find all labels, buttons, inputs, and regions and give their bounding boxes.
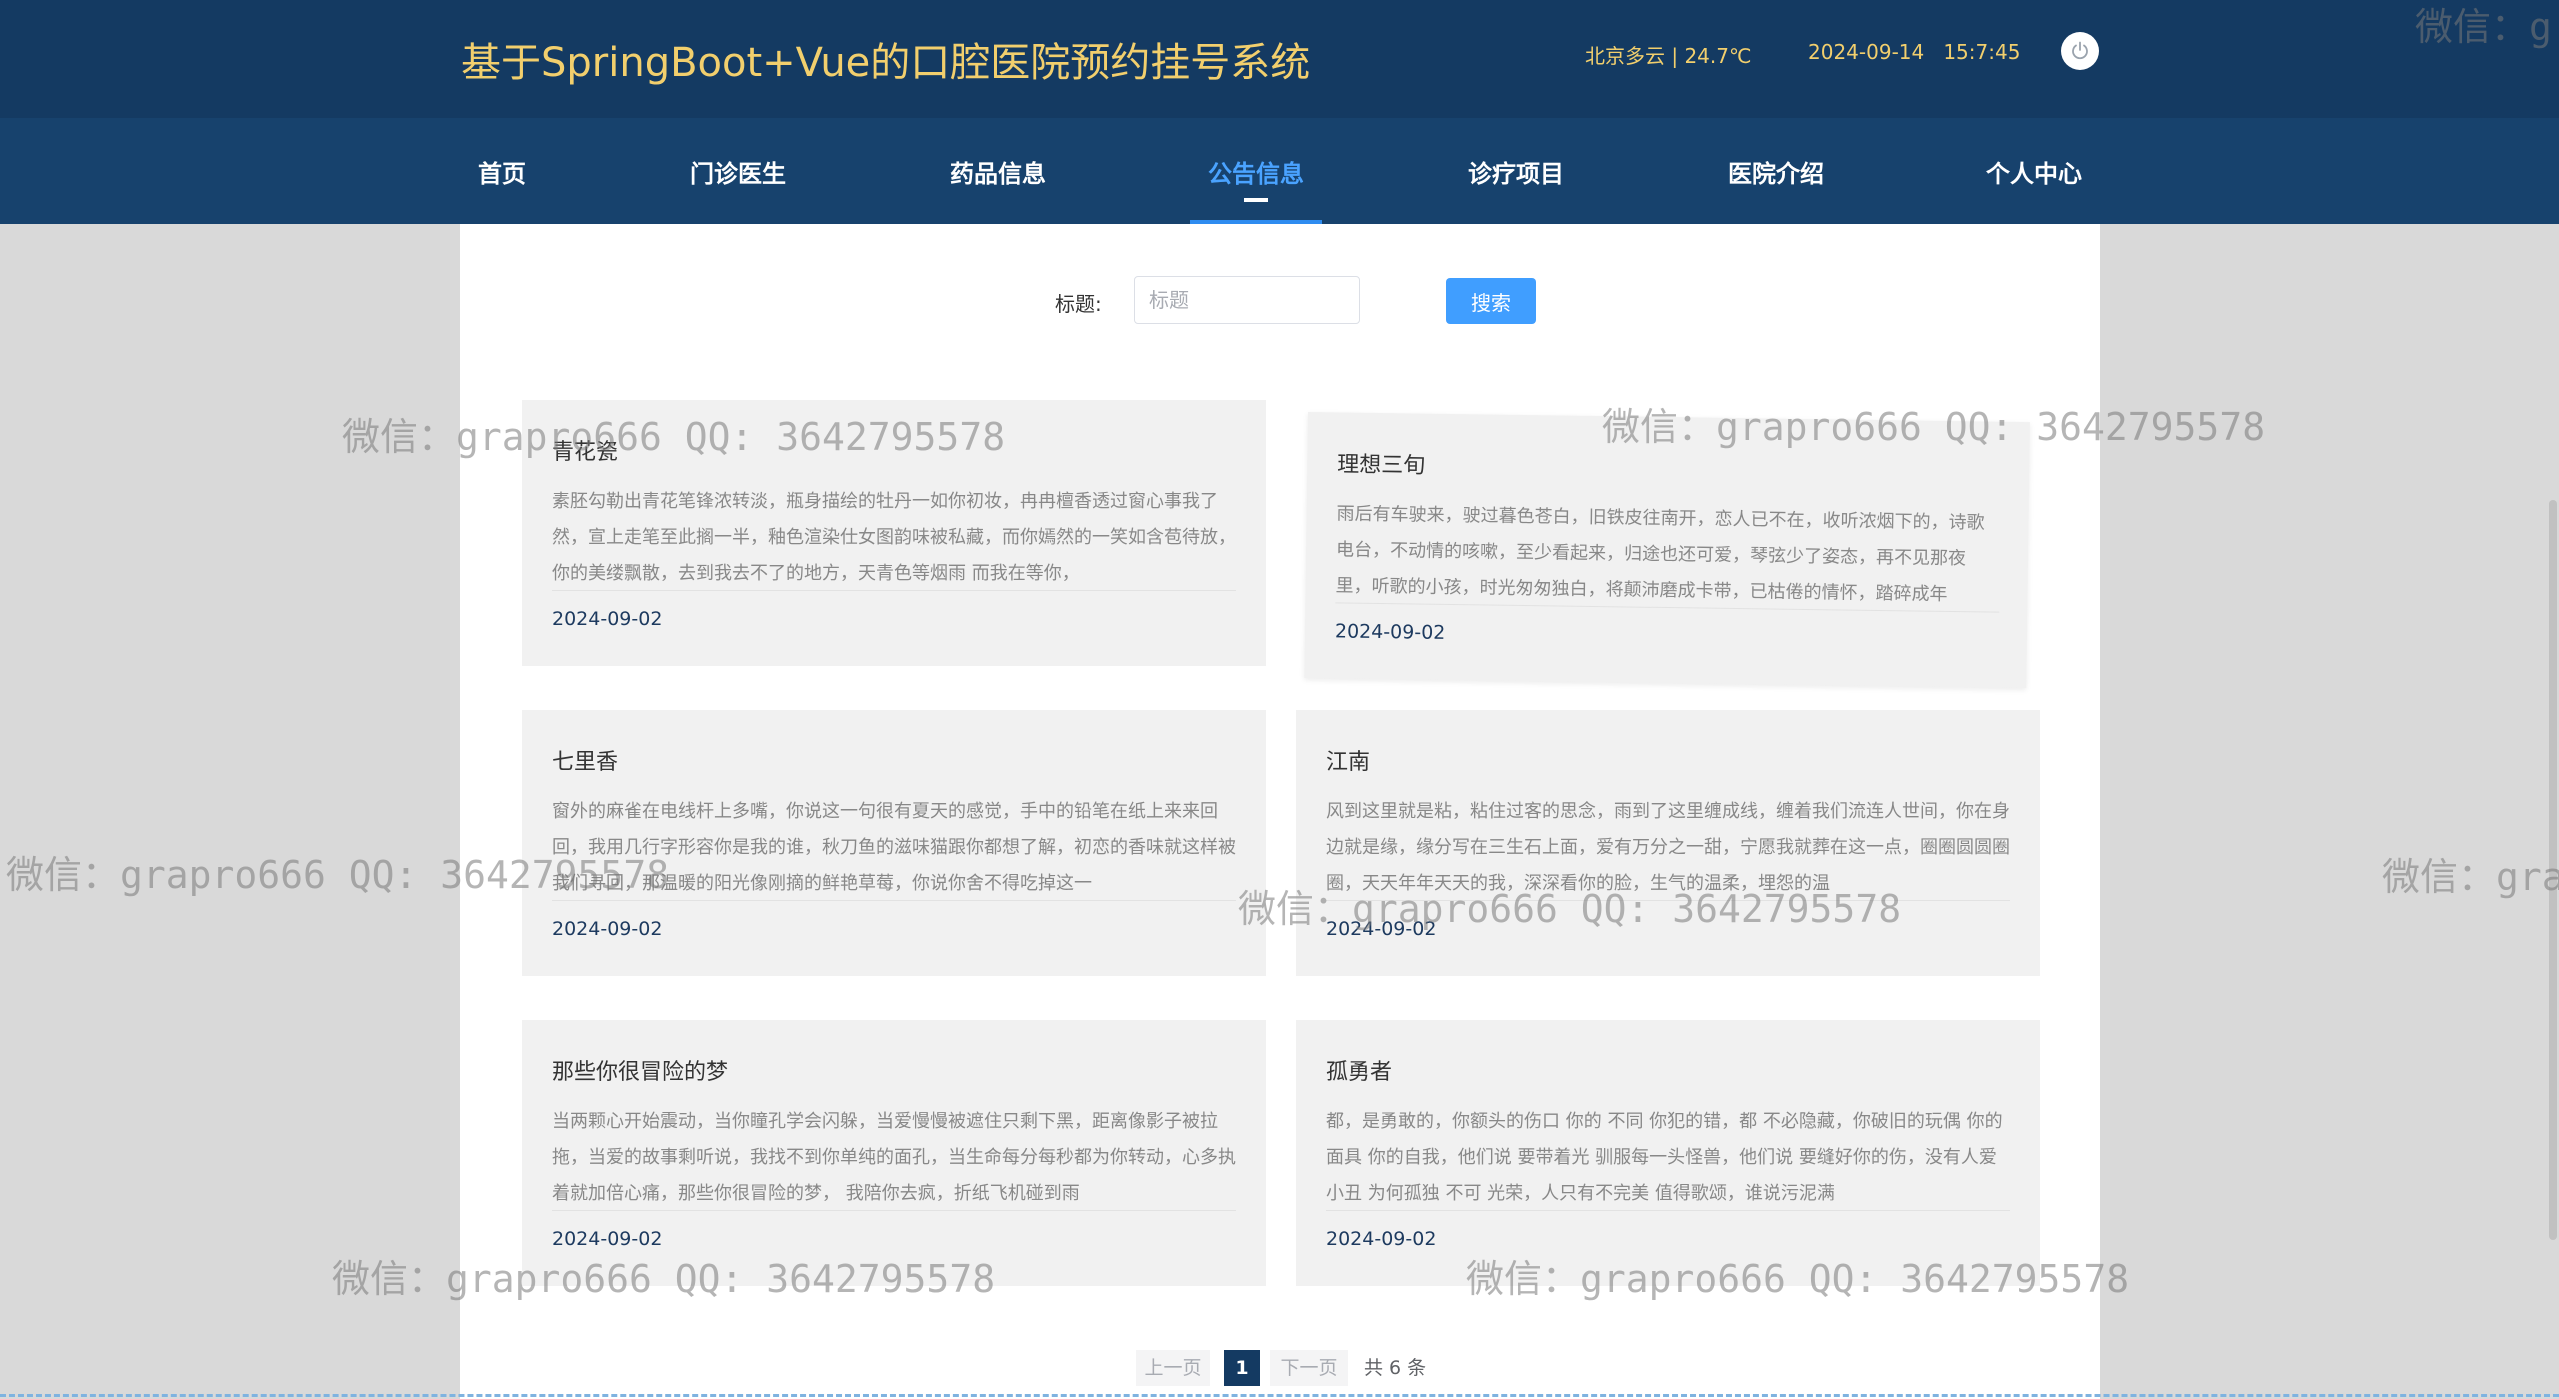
search-label: 标题: bbox=[1055, 292, 1102, 316]
weather-info: 北京多云 | 24.7℃ bbox=[1585, 44, 1752, 68]
card-date: 2024-09-02 bbox=[552, 1228, 663, 1250]
card-summary: 素胚勾勒出青花笔锋浓转淡，瓶身描绘的牡丹一如你初妆，冉冉檀香透过窗心事我了然，宣… bbox=[552, 491, 1236, 584]
current-time: 15:7:45 bbox=[1943, 40, 2021, 64]
announcement-card[interactable]: 孤勇者 都，是勇敢的，你额头的伤口 你的 不同 你犯的错，都 不必隐藏，你破旧的… bbox=[1296, 1020, 2040, 1286]
card-date: 2024-09-02 bbox=[1334, 620, 1446, 644]
search-input[interactable] bbox=[1134, 276, 1360, 324]
nav-item-home[interactable]: 首页 bbox=[478, 154, 526, 189]
total-count: 共 6 条 bbox=[1364, 1357, 1427, 1379]
nav-item-announcements[interactable]: 公告信息 bbox=[1208, 154, 1304, 189]
main-nav: 首页 门诊医生 药品信息 公告信息 诊疗项目 医院介绍 个人中心 bbox=[0, 118, 2559, 224]
card-divider bbox=[552, 590, 1236, 591]
datetime-display: 2024-09-14 15:7:45 bbox=[1808, 40, 2020, 64]
card-date: 2024-09-02 bbox=[552, 608, 663, 630]
nav-item-treatments[interactable]: 诊疗项目 bbox=[1468, 154, 1564, 189]
search-button[interactable]: 搜索 bbox=[1446, 278, 1536, 324]
card-summary: 雨后有车驶来，驶过暮色苍白，旧铁皮往南开，恋人已不在，收听浓烟下的，诗歌电台，不… bbox=[1335, 503, 1985, 605]
announcement-card[interactable]: 理想三旬 雨后有车驶来，驶过暮色苍白，旧铁皮往南开，恋人已不在，收听浓烟下的，诗… bbox=[1304, 412, 2030, 689]
card-divider bbox=[552, 1210, 1236, 1211]
announcement-card[interactable]: 那些你很冒险的梦 当两颗心开始震动，当你瞳孔学会闪躲，当爱慢慢被遮住只剩下黑，距… bbox=[522, 1020, 1266, 1286]
card-date: 2024-09-02 bbox=[1326, 918, 1437, 940]
bottom-dashed-border bbox=[0, 1394, 2559, 1397]
card-summary: 窗外的麻雀在电线杆上多嘴，你说这一句很有夏天的感觉，手中的铅笔在纸上来来回回，我… bbox=[552, 801, 1236, 894]
nav-item-doctors[interactable]: 门诊医生 bbox=[690, 154, 786, 189]
power-icon bbox=[2072, 41, 2088, 60]
next-page-button[interactable]: 下一页 bbox=[1270, 1350, 1348, 1386]
nav-item-medicine[interactable]: 药品信息 bbox=[950, 154, 1046, 189]
card-summary: 都，是勇敢的，你额头的伤口 你的 不同 你犯的错，都 不必隐藏，你破旧的玩偶 你… bbox=[1326, 1111, 2003, 1204]
site-title: 基于SpringBoot+Vue的口腔医院预约挂号系统 bbox=[461, 40, 1311, 86]
announcement-card[interactable]: 江南 风到这里就是粘，粘住过客的思念，雨到了这里缠成线，缠着我们流连人世间，你在… bbox=[1296, 710, 2040, 976]
card-date: 2024-09-02 bbox=[552, 918, 663, 940]
nav-item-profile[interactable]: 个人中心 bbox=[1986, 154, 2082, 189]
logout-button[interactable] bbox=[2061, 32, 2099, 70]
card-title: 江南 bbox=[1326, 750, 1371, 775]
card-summary: 风到这里就是粘，粘住过客的思念，雨到了这里缠成线，缠着我们流连人世间，你在身边就… bbox=[1326, 801, 2010, 894]
top-header: 基于SpringBoot+Vue的口腔医院预约挂号系统 北京多云 | 24.7℃… bbox=[0, 0, 2559, 118]
card-date: 2024-09-02 bbox=[1326, 1228, 1437, 1250]
watermark: 微信：gra bbox=[2382, 855, 2559, 899]
announcement-card[interactable]: 七里香 窗外的麻雀在电线杆上多嘴，你说这一句很有夏天的感觉，手中的铅笔在纸上来来… bbox=[522, 710, 1266, 976]
card-title: 理想三旬 bbox=[1337, 452, 1426, 479]
nav-item-hospital-intro[interactable]: 医院介绍 bbox=[1728, 154, 1824, 189]
nav-active-indicator bbox=[1244, 198, 1268, 202]
current-date: 2024-09-14 bbox=[1808, 40, 1925, 64]
card-divider bbox=[1326, 900, 2010, 901]
card-divider bbox=[552, 900, 1236, 901]
scrollbar-thumb[interactable] bbox=[2549, 500, 2557, 1240]
page-number-current[interactable]: 1 bbox=[1224, 1350, 1260, 1386]
card-title: 孤勇者 bbox=[1326, 1060, 1393, 1085]
prev-page-button[interactable]: 上一页 bbox=[1136, 1350, 1210, 1386]
card-divider bbox=[1326, 1210, 2010, 1211]
card-title: 那些你很冒险的梦 bbox=[552, 1060, 729, 1085]
announcement-card[interactable]: 青花瓷 素胚勾勒出青花笔锋浓转淡，瓶身描绘的牡丹一如你初妆，冉冉檀香透过窗心事我… bbox=[522, 400, 1266, 666]
card-title: 七里香 bbox=[552, 750, 619, 775]
card-title: 青花瓷 bbox=[552, 440, 619, 465]
card-summary: 当两颗心开始震动，当你瞳孔学会闪躲，当爱慢慢被遮住只剩下黑，距离像影子被拉拖，当… bbox=[552, 1111, 1236, 1204]
